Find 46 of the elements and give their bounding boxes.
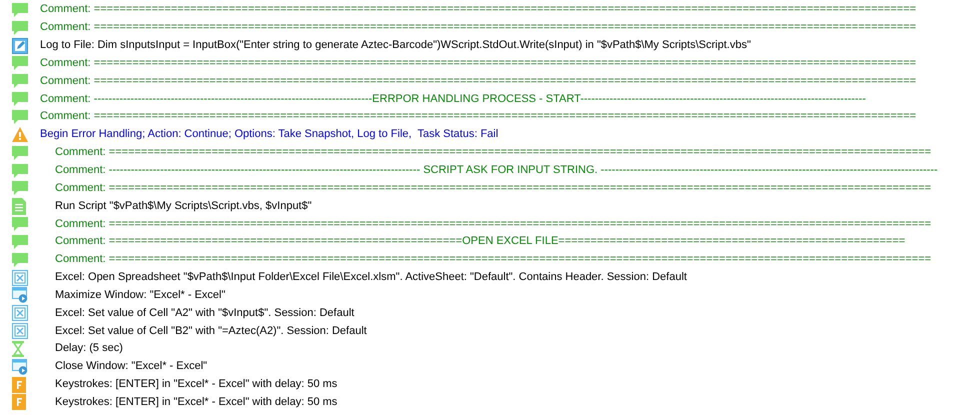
step-text: Keystrokes: [ENTER] in "Excel* - Excel" with delay: 50 ms [55,379,338,390]
spreadsheet-icon [12,270,28,286]
speech-bubble-icon [12,181,28,196]
warning-icon [12,127,28,142]
speech-bubble-icon [12,217,28,232]
step-text: Run Script "$vPath$\My Scripts\Script.vbs, $vInput$" [55,200,312,212]
speech-bubble-icon [12,146,28,160]
speech-bubble-icon [12,92,28,106]
step-text: Log to File: Dim sInputsInput = InputBox("Enter string to generate Aztec-Barcode")WScript.StdOut.Write(sInput) in "$vPath$\My Scripts\Script.vbs" [40,40,751,52]
keystroke-icon [12,376,26,393]
step-text: Excel: Open Spreadsheet "$vPath$\Input Folder\Excel File\Excel.xlsm". ActiveSheet: "Default". Contains Header. Session: Default [55,272,687,284]
step-text: Close Window: "Excel* - Excel" [55,361,208,372]
comment-text: Comment: ----------------------------------------------------------------------------ERRPOR HANDLING PROCESS - START------------------------------------------------------------------------------ [40,94,866,105]
comment-text: Comment: ================================================================================================================================ [55,147,932,158]
step-text: Maximize Window: "Excel* - Excel" [55,290,226,301]
comment-text: Comment: ================================================================================================================================ [40,4,916,16]
comment-text: Comment: ------------------------------------------------------------------------------------- SCRIPT ASK FOR INPUT STRING. -------------------------------------------------------------------------------------------- [55,165,938,176]
comment-text: Comment: ================================================================================================================================ [55,254,932,266]
step-text: Keystrokes: [ENTER] in "Excel* - Excel" with delay: 50 ms [55,396,338,408]
hourglass-icon [12,340,24,357]
step-text: Excel: Set value of Cell "B2" with "=Aztec(A2)". Session: Default [55,326,367,337]
spreadsheet-icon [12,323,28,340]
step-text: Begin Error Handling; Action: Continue; Options: Take Snapshot, Log to File, Task Status: Fail [40,129,498,140]
comment-text: Comment: ================================================================================================================================ [55,218,932,230]
window-icon [12,358,28,375]
spreadsheet-icon [12,305,28,322]
speech-bubble-icon [12,56,28,70]
comment-text: Comment: ================================================================================================================================ [40,22,916,34]
step-text: Excel: Set value of Cell "A2" with "$vInput$". Session: Default [55,308,354,319]
window-icon [12,287,28,304]
speech-bubble-icon [12,234,28,249]
comment-text: Comment: ================================================================================================================================ [40,76,916,87]
document-icon [12,198,26,215]
step-text: Delay: (5 sec) [55,343,123,354]
speech-bubble-icon [12,164,28,178]
speech-bubble-icon [12,110,28,124]
speech-bubble-icon [12,20,28,35]
speech-bubble-icon [12,74,28,88]
keystroke-icon [12,394,26,410]
speech-bubble-icon [12,252,28,267]
comment-text: Comment: ================================================================================================================================ [55,182,932,194]
speech-bubble-icon [12,2,28,17]
comment-text: Comment: ================================================================================================================================ [40,58,916,69]
comment-text: Comment: =======================================================OPEN EXCEL FILE====================================================== [55,236,906,248]
comment-text: Comment: ================================================================================================================================ [40,111,916,122]
edit-icon [12,38,28,54]
